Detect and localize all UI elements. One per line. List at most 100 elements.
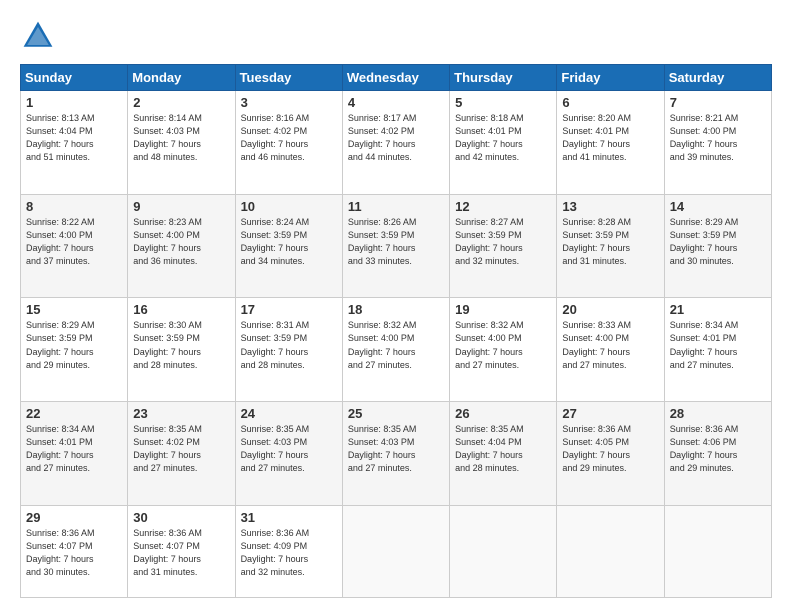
calendar-cell: 30 Sunrise: 8:36 AM Sunset: 4:07 PM Dayli… <box>128 505 235 597</box>
header-friday: Friday <box>557 65 664 91</box>
day-number: 21 <box>670 302 766 317</box>
day-info: Sunrise: 8:29 AM Sunset: 3:59 PM Dayligh… <box>670 216 766 268</box>
logo <box>20 18 60 54</box>
day-info: Sunrise: 8:20 AM Sunset: 4:01 PM Dayligh… <box>562 112 658 164</box>
calendar-cell: 11 Sunrise: 8:26 AM Sunset: 3:59 PM Dayli… <box>342 194 449 298</box>
day-number: 11 <box>348 199 444 214</box>
day-number: 14 <box>670 199 766 214</box>
day-number: 4 <box>348 95 444 110</box>
day-number: 3 <box>241 95 337 110</box>
calendar-cell: 1 Sunrise: 8:13 AM Sunset: 4:04 PM Daylig… <box>21 91 128 195</box>
day-number: 23 <box>133 406 229 421</box>
calendar-cell <box>664 505 771 597</box>
day-info: Sunrise: 8:24 AM Sunset: 3:59 PM Dayligh… <box>241 216 337 268</box>
day-info: Sunrise: 8:34 AM Sunset: 4:01 PM Dayligh… <box>26 423 122 475</box>
calendar-cell: 9 Sunrise: 8:23 AM Sunset: 4:00 PM Daylig… <box>128 194 235 298</box>
header-thursday: Thursday <box>450 65 557 91</box>
day-info: Sunrise: 8:33 AM Sunset: 4:00 PM Dayligh… <box>562 319 658 371</box>
calendar-cell: 14 Sunrise: 8:29 AM Sunset: 3:59 PM Dayli… <box>664 194 771 298</box>
day-number: 12 <box>455 199 551 214</box>
day-info: Sunrise: 8:26 AM Sunset: 3:59 PM Dayligh… <box>348 216 444 268</box>
week-row-5: 29 Sunrise: 8:36 AM Sunset: 4:07 PM Dayli… <box>21 505 772 597</box>
day-number: 8 <box>26 199 122 214</box>
day-number: 31 <box>241 510 337 525</box>
day-info: Sunrise: 8:14 AM Sunset: 4:03 PM Dayligh… <box>133 112 229 164</box>
day-info: Sunrise: 8:17 AM Sunset: 4:02 PM Dayligh… <box>348 112 444 164</box>
calendar-cell: 10Sunrise: 8:24 AM Sunset: 3:59 PM Dayli… <box>235 194 342 298</box>
calendar-cell: 27Sunrise: 8:36 AM Sunset: 4:05 PM Dayli… <box>557 402 664 506</box>
calendar-cell: 16 Sunrise: 8:30 AM Sunset: 3:59 PM Dayli… <box>128 298 235 402</box>
calendar-cell: 5 Sunrise: 8:18 AM Sunset: 4:01 PM Daylig… <box>450 91 557 195</box>
day-info: Sunrise: 8:32 AM Sunset: 4:00 PM Dayligh… <box>455 319 551 371</box>
logo-icon <box>20 18 56 54</box>
calendar-cell: 31 Sunrise: 8:36 AM Sunset: 4:09 PM Dayli… <box>235 505 342 597</box>
day-number: 27 <box>562 406 658 421</box>
day-number: 30 <box>133 510 229 525</box>
day-number: 16 <box>133 302 229 317</box>
calendar-cell: 17Sunrise: 8:31 AM Sunset: 3:59 PM Dayli… <box>235 298 342 402</box>
calendar-cell: 12 Sunrise: 8:27 AM Sunset: 3:59 PM Dayli… <box>450 194 557 298</box>
day-info: Sunrise: 8:36 AM Sunset: 4:07 PM Dayligh… <box>133 527 229 579</box>
calendar-cell: 2 Sunrise: 8:14 AM Sunset: 4:03 PM Daylig… <box>128 91 235 195</box>
week-row-1: 1 Sunrise: 8:13 AM Sunset: 4:04 PM Daylig… <box>21 91 772 195</box>
day-info: Sunrise: 8:13 AM Sunset: 4:04 PM Dayligh… <box>26 112 122 164</box>
day-info: Sunrise: 8:27 AM Sunset: 3:59 PM Dayligh… <box>455 216 551 268</box>
calendar-cell: 8 Sunrise: 8:22 AM Sunset: 4:00 PM Daylig… <box>21 194 128 298</box>
week-row-4: 22 Sunrise: 8:34 AM Sunset: 4:01 PM Dayli… <box>21 402 772 506</box>
day-info: Sunrise: 8:16 AM Sunset: 4:02 PM Dayligh… <box>241 112 337 164</box>
calendar-cell: 7Sunrise: 8:21 AM Sunset: 4:00 PM Daylig… <box>664 91 771 195</box>
day-info: Sunrise: 8:23 AM Sunset: 4:00 PM Dayligh… <box>133 216 229 268</box>
day-info: Sunrise: 8:22 AM Sunset: 4:00 PM Dayligh… <box>26 216 122 268</box>
page-header <box>20 18 772 54</box>
day-number: 18 <box>348 302 444 317</box>
calendar-cell: 28 Sunrise: 8:36 AM Sunset: 4:06 PM Dayli… <box>664 402 771 506</box>
header-sunday: Sunday <box>21 65 128 91</box>
day-number: 29 <box>26 510 122 525</box>
calendar-cell: 3 Sunrise: 8:16 AM Sunset: 4:02 PM Daylig… <box>235 91 342 195</box>
calendar-cell: 15Sunrise: 8:29 AM Sunset: 3:59 PM Dayli… <box>21 298 128 402</box>
day-number: 15 <box>26 302 122 317</box>
day-number: 17 <box>241 302 337 317</box>
calendar-cell: 18Sunrise: 8:32 AM Sunset: 4:00 PM Dayli… <box>342 298 449 402</box>
day-info: Sunrise: 8:34 AM Sunset: 4:01 PM Dayligh… <box>670 319 766 371</box>
calendar-cell: 6 Sunrise: 8:20 AM Sunset: 4:01 PM Daylig… <box>557 91 664 195</box>
day-number: 28 <box>670 406 766 421</box>
week-row-2: 8 Sunrise: 8:22 AM Sunset: 4:00 PM Daylig… <box>21 194 772 298</box>
calendar-cell: 20 Sunrise: 8:33 AM Sunset: 4:00 PM Dayli… <box>557 298 664 402</box>
calendar-cell: 21 Sunrise: 8:34 AM Sunset: 4:01 PM Dayli… <box>664 298 771 402</box>
day-info: Sunrise: 8:35 AM Sunset: 4:02 PM Dayligh… <box>133 423 229 475</box>
day-info: Sunrise: 8:36 AM Sunset: 4:06 PM Dayligh… <box>670 423 766 475</box>
day-info: Sunrise: 8:30 AM Sunset: 3:59 PM Dayligh… <box>133 319 229 371</box>
day-number: 2 <box>133 95 229 110</box>
header-tuesday: Tuesday <box>235 65 342 91</box>
day-info: Sunrise: 8:35 AM Sunset: 4:03 PM Dayligh… <box>348 423 444 475</box>
day-number: 26 <box>455 406 551 421</box>
calendar-cell: 4 Sunrise: 8:17 AM Sunset: 4:02 PM Daylig… <box>342 91 449 195</box>
calendar-cell: 23 Sunrise: 8:35 AM Sunset: 4:02 PM Dayli… <box>128 402 235 506</box>
day-number: 22 <box>26 406 122 421</box>
day-info: Sunrise: 8:36 AM Sunset: 4:07 PM Dayligh… <box>26 527 122 579</box>
calendar-cell: 22 Sunrise: 8:34 AM Sunset: 4:01 PM Dayli… <box>21 402 128 506</box>
calendar-cell: 24 Sunrise: 8:35 AM Sunset: 4:03 PM Dayli… <box>235 402 342 506</box>
header-monday: Monday <box>128 65 235 91</box>
day-info: Sunrise: 8:18 AM Sunset: 4:01 PM Dayligh… <box>455 112 551 164</box>
calendar-cell: 13Sunrise: 8:28 AM Sunset: 3:59 PM Dayli… <box>557 194 664 298</box>
day-number: 20 <box>562 302 658 317</box>
day-number: 6 <box>562 95 658 110</box>
day-number: 5 <box>455 95 551 110</box>
header-saturday: Saturday <box>664 65 771 91</box>
day-number: 24 <box>241 406 337 421</box>
day-number: 19 <box>455 302 551 317</box>
calendar-cell <box>557 505 664 597</box>
header-wednesday: Wednesday <box>342 65 449 91</box>
day-number: 25 <box>348 406 444 421</box>
calendar-cell <box>450 505 557 597</box>
day-info: Sunrise: 8:35 AM Sunset: 4:04 PM Dayligh… <box>455 423 551 475</box>
calendar-cell: 25 Sunrise: 8:35 AM Sunset: 4:03 PM Dayli… <box>342 402 449 506</box>
calendar-header-row: Sunday Monday Tuesday Wednesday Thursday… <box>21 65 772 91</box>
week-row-3: 15Sunrise: 8:29 AM Sunset: 3:59 PM Dayli… <box>21 298 772 402</box>
day-number: 1 <box>26 95 122 110</box>
day-info: Sunrise: 8:35 AM Sunset: 4:03 PM Dayligh… <box>241 423 337 475</box>
day-number: 9 <box>133 199 229 214</box>
day-info: Sunrise: 8:36 AM Sunset: 4:09 PM Dayligh… <box>241 527 337 579</box>
